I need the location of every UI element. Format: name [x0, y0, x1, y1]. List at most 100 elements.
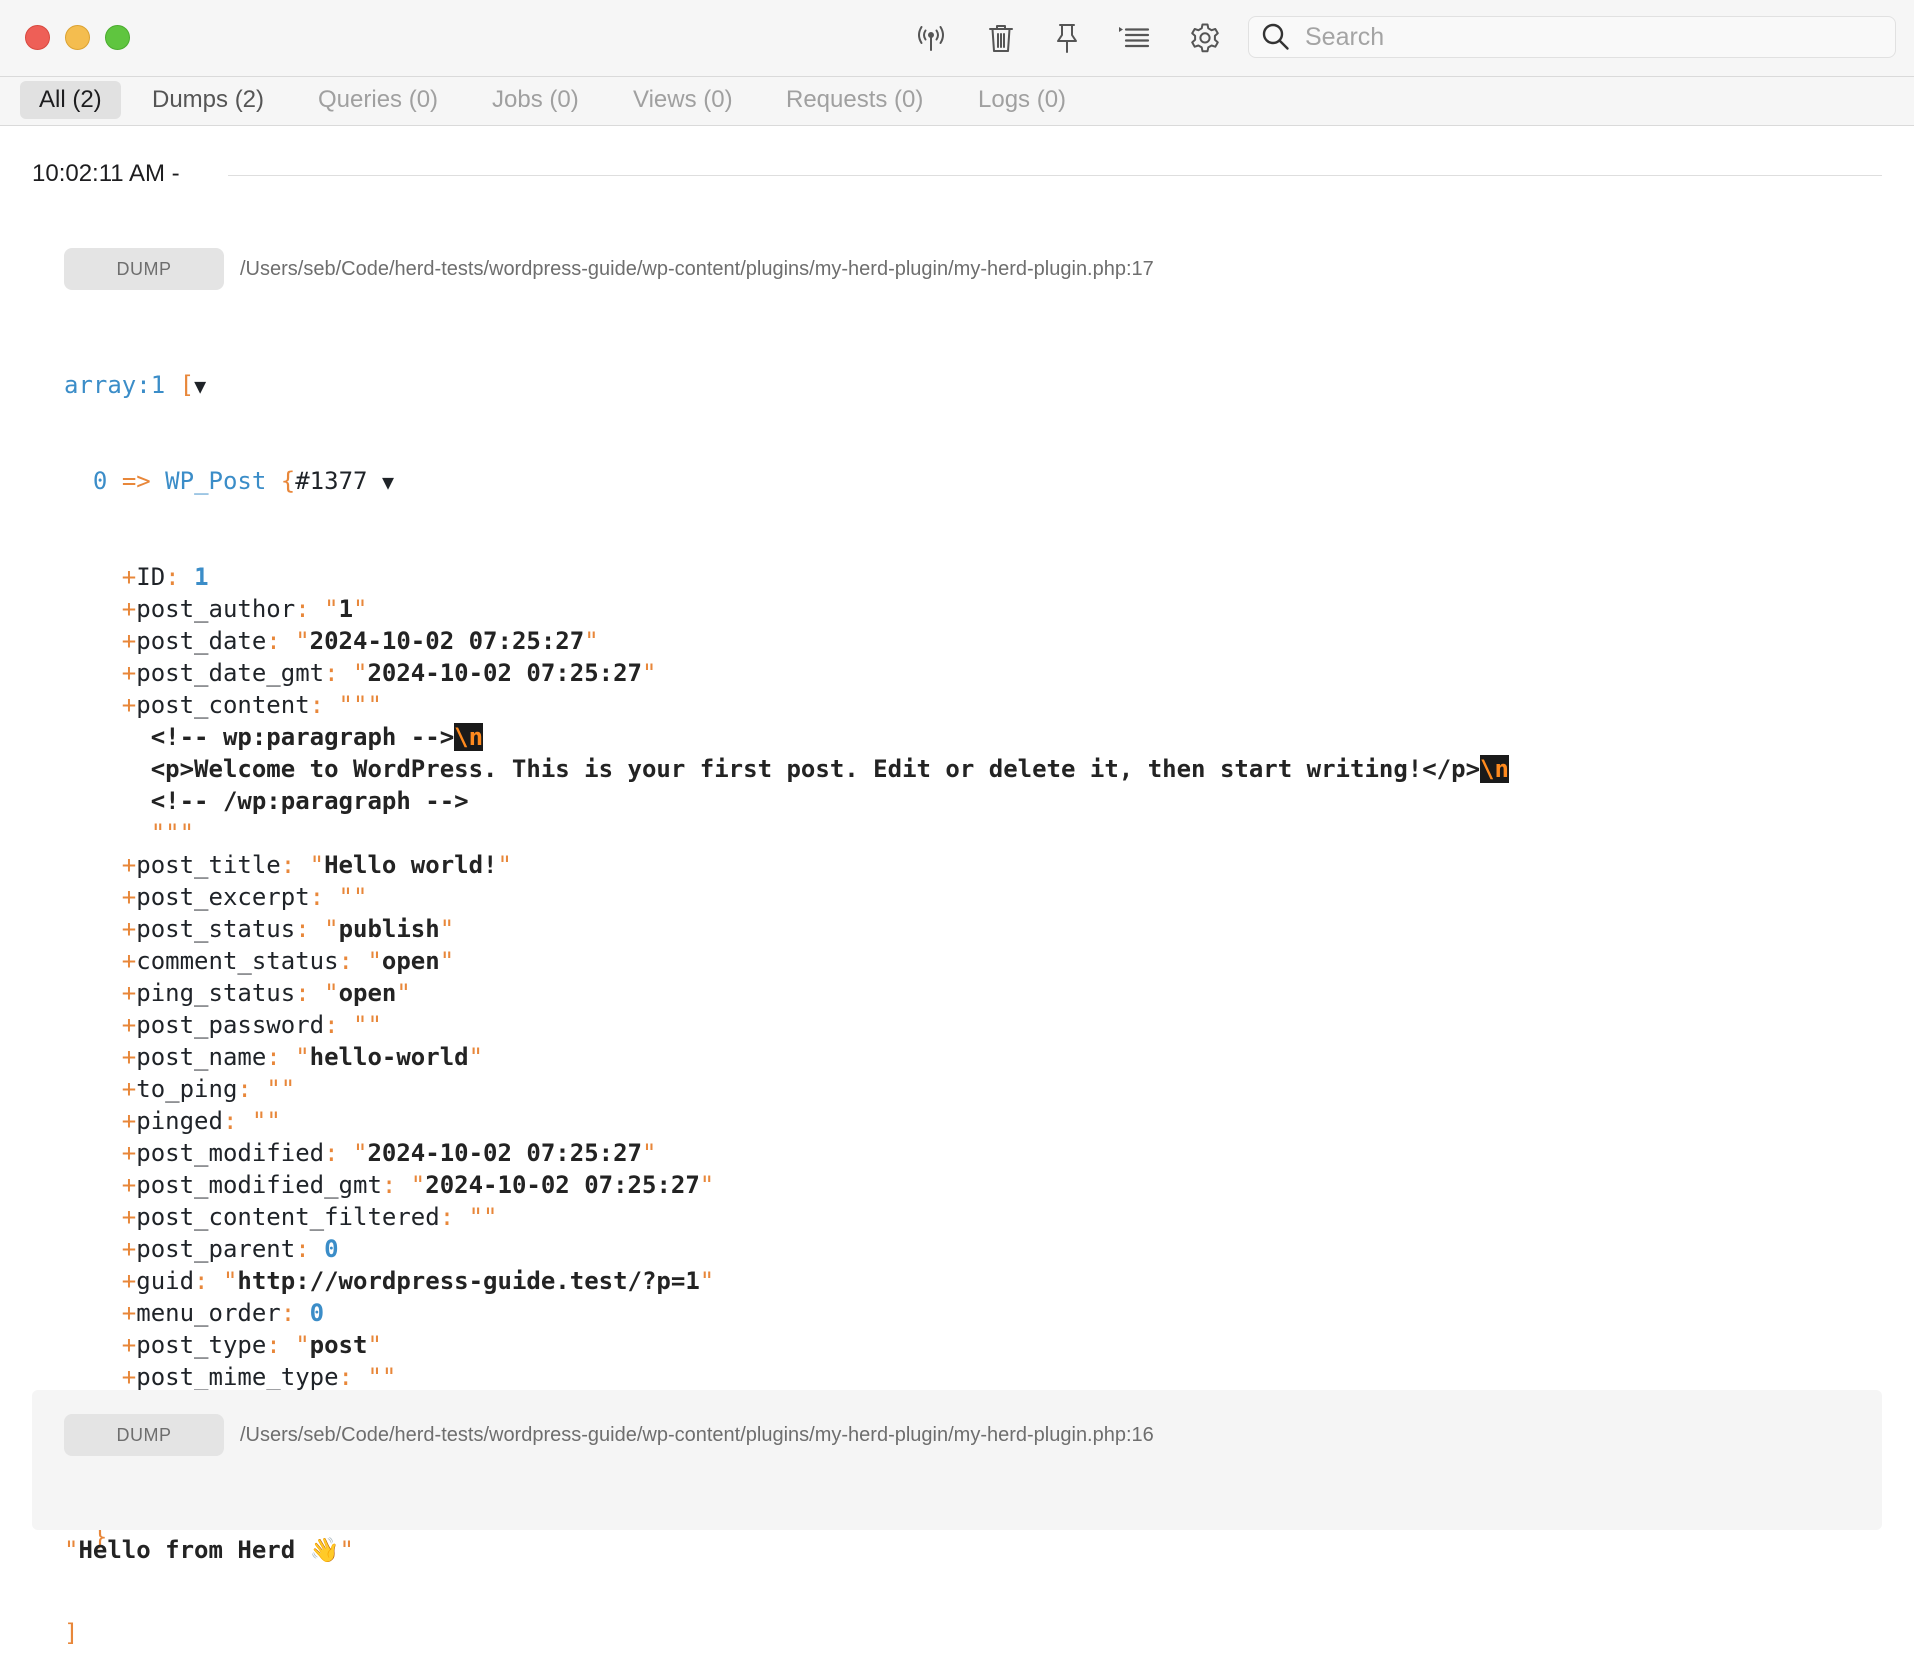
field-name: comment_status	[136, 947, 339, 975]
dump-field-line: +ping_status: "open"	[121, 979, 411, 1007]
field-visibility: +	[121, 691, 137, 719]
dump-entry: DUMP /Users/seb/Code/herd-tests/wordpres…	[32, 225, 1882, 1647]
dump-field-line: +post_type: "post"	[121, 1331, 382, 1359]
broadcast-button[interactable]	[909, 16, 953, 60]
object-id: #1377	[295, 467, 368, 495]
clear-button[interactable]	[979, 16, 1023, 60]
field-value: open	[381, 947, 440, 975]
field-visibility: +	[121, 1203, 137, 1231]
dump-line: array:1 [▼	[64, 371, 207, 399]
dump-field-line: +ID: 1	[121, 563, 209, 591]
field-value: hello-world	[309, 1043, 469, 1071]
field-value: Hello world!	[324, 851, 498, 879]
dump-field-line: +post_modified: "2024-10-02 07:25:27"	[121, 1139, 657, 1167]
timestamp-divider	[228, 175, 1882, 176]
dump-field-line: +post_name: "hello-world"	[121, 1043, 484, 1071]
field-visibility: +	[121, 947, 137, 975]
field-visibility: +	[121, 883, 137, 911]
dump-code: "Hello from Herd 👋"	[64, 1470, 354, 1630]
field-name: post_content_filtered	[136, 1203, 440, 1231]
field-visibility: +	[121, 1235, 137, 1263]
field-value: 2024-10-02 07:25:27	[425, 1171, 700, 1199]
field-value: 2024-10-02 07:25:27	[367, 1139, 642, 1167]
field-visibility: +	[121, 1075, 137, 1103]
field-name: post_type	[136, 1331, 267, 1359]
pin-icon	[1057, 24, 1077, 53]
field-value: <!-- wp:paragraph -->	[150, 723, 455, 751]
dump-content-line: <p>Welcome to WordPress. This is your fi…	[64, 753, 1509, 785]
dump-field-line: +post_date_gmt: "2024-10-02 07:25:27"	[121, 659, 657, 687]
field-name: pinged	[136, 1107, 223, 1135]
tab-logs[interactable]: Logs (0)	[959, 81, 1085, 119]
dump-type-badge: DUMP	[64, 1414, 224, 1456]
dump-field-line: +menu_order: 0	[121, 1299, 325, 1327]
dump-field-line: +to_ping: ""	[121, 1075, 296, 1103]
field-visibility: +	[121, 1267, 137, 1295]
tab-dumps[interactable]: Dumps (2)	[133, 81, 283, 119]
dump-entry: DUMP /Users/seb/Code/herd-tests/wordpres…	[32, 1390, 1882, 1564]
field-visibility: +	[121, 915, 137, 943]
field-name: post_modified	[136, 1139, 325, 1167]
trash-icon	[989, 25, 1013, 52]
minimize-window-button[interactable]	[65, 25, 90, 50]
collapse-toggle[interactable]: ▼	[382, 470, 394, 494]
tab-all[interactable]: All (2)	[20, 81, 121, 119]
field-value: open	[338, 979, 397, 1007]
field-value: 1	[194, 563, 209, 591]
field-name: menu_order	[136, 1299, 281, 1327]
search-input[interactable]	[1303, 21, 1867, 53]
dump-line: "Hello from Herd 👋"	[64, 1536, 354, 1564]
dump-field-line: +guid: "http://wordpress-guide.test/?p=1…	[121, 1267, 715, 1295]
dump-source-path[interactable]: /Users/seb/Code/herd-tests/wordpress-gui…	[240, 248, 1154, 290]
dump-field-line: +post_status: "publish"	[121, 915, 455, 943]
field-name: post_name	[136, 1043, 267, 1071]
field-name: ID	[136, 563, 166, 591]
dump-field-line: +post_content_filtered: ""	[121, 1203, 498, 1231]
zoom-window-button[interactable]	[105, 25, 130, 50]
search-icon	[1259, 20, 1293, 54]
settings-button[interactable]	[1183, 16, 1227, 60]
field-name: post_date_gmt	[136, 659, 325, 687]
dump-field-line: +post_author: "1"	[121, 595, 368, 623]
field-name: to_ping	[136, 1075, 238, 1103]
dump-field-line: +pinged: ""	[121, 1107, 281, 1135]
field-visibility: +	[121, 1331, 137, 1359]
list-icon	[1119, 27, 1150, 48]
tab-views[interactable]: Views (0)	[614, 81, 752, 119]
dump-field-line: +post_modified_gmt: "2024-10-02 07:25:27…	[121, 1171, 715, 1199]
filter-tab-bar: All (2) Dumps (2) Queries (0) Jobs (0) V…	[0, 76, 1914, 126]
field-value: 1	[338, 595, 354, 623]
dump-field-line: +post_content: """	[121, 691, 382, 719]
title-bar	[0, 0, 1914, 76]
field-name: post_author	[136, 595, 296, 623]
search-box[interactable]	[1248, 16, 1896, 58]
dump-field-line: +post_title: "Hello world!"	[121, 851, 512, 879]
request-timestamp: 10:02:11 AM -	[32, 160, 180, 187]
dump-field-line: +post_password: ""	[121, 1011, 382, 1039]
field-name: post_status	[136, 915, 296, 943]
dump-source-path[interactable]: /Users/seb/Code/herd-tests/wordpress-gui…	[240, 1414, 1154, 1456]
tab-jobs[interactable]: Jobs (0)	[473, 81, 598, 119]
list-view-button[interactable]	[1112, 16, 1156, 60]
field-visibility: +	[121, 627, 137, 655]
pin-button[interactable]	[1045, 16, 1089, 60]
field-name: post_password	[136, 1011, 325, 1039]
field-visibility: +	[121, 851, 137, 879]
collapse-toggle[interactable]: ▼	[194, 374, 206, 398]
dump-field-line: +post_mime_type: ""	[121, 1363, 397, 1391]
broadcast-icon	[918, 26, 944, 51]
string-value: Hello from Herd 👋	[78, 1536, 340, 1564]
field-value: 0	[309, 1299, 325, 1327]
tab-requests[interactable]: Requests (0)	[767, 81, 942, 119]
field-value: <!-- /wp:paragraph -->	[150, 787, 469, 815]
dump-field-line: +comment_status: "open"	[121, 947, 455, 975]
field-visibility: +	[121, 563, 137, 591]
field-value: 2024-10-02 07:25:27	[367, 659, 642, 687]
array-index: 0	[92, 467, 108, 495]
field-name: ping_status	[136, 979, 296, 1007]
field-visibility: +	[121, 1043, 137, 1071]
field-visibility: +	[121, 1299, 137, 1327]
tab-queries[interactable]: Queries (0)	[299, 81, 457, 119]
dump-content-line: """	[150, 819, 195, 847]
close-window-button[interactable]	[25, 25, 50, 50]
